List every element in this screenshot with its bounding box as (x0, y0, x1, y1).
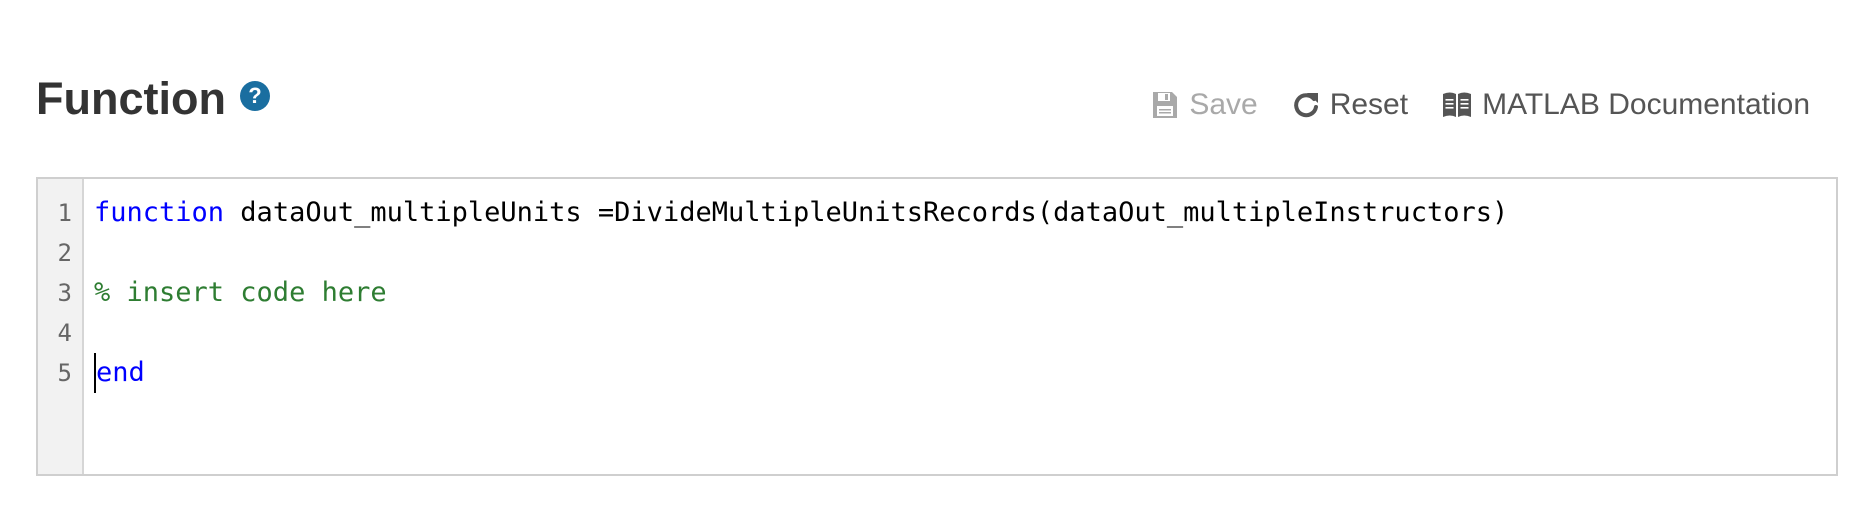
code-line[interactable] (94, 233, 1836, 273)
matlab-documentation-label: MATLAB Documentation (1482, 88, 1810, 121)
code-line[interactable]: end (94, 353, 1836, 393)
code-comment: % insert code here (94, 277, 387, 308)
line-number: 3 (57, 279, 72, 307)
function-header: Function ? (36, 70, 270, 128)
floppy-disk-icon (1151, 90, 1179, 120)
code-line[interactable]: function dataOut_multipleUnits =DivideMu… (94, 193, 1836, 233)
line-number: 4 (57, 319, 72, 347)
code-line[interactable] (94, 313, 1836, 353)
reset-label: Reset (1329, 88, 1409, 121)
save-button[interactable]: Save (1151, 88, 1258, 122)
line-number: 5 (57, 359, 72, 387)
page-title: Function (36, 73, 226, 124)
code-line[interactable]: % insert code here (94, 273, 1836, 313)
code-editor[interactable]: 1 2 3 4 5 function dataOut_multipleUnits… (36, 177, 1838, 476)
function-signature: dataOut_multipleUnits =DivideMultipleUni… (224, 197, 1509, 228)
line-number: 2 (57, 239, 72, 267)
refresh-icon (1292, 90, 1320, 120)
book-icon (1442, 91, 1472, 119)
help-icon[interactable]: ? (239, 81, 270, 111)
line-number-gutter: 1 2 3 4 5 (38, 179, 84, 474)
code-area[interactable]: function dataOut_multipleUnits =DivideMu… (84, 179, 1836, 474)
keyword-function: function (94, 197, 225, 228)
save-label: Save (1189, 88, 1258, 121)
reset-button[interactable]: Reset (1292, 88, 1408, 122)
line-number: 1 (57, 199, 72, 227)
matlab-documentation-button[interactable]: MATLAB Documentation (1442, 88, 1810, 122)
editor-toolbar: Save Reset MATLAB Documentation (1117, 88, 1810, 122)
keyword-end: end (96, 357, 145, 388)
